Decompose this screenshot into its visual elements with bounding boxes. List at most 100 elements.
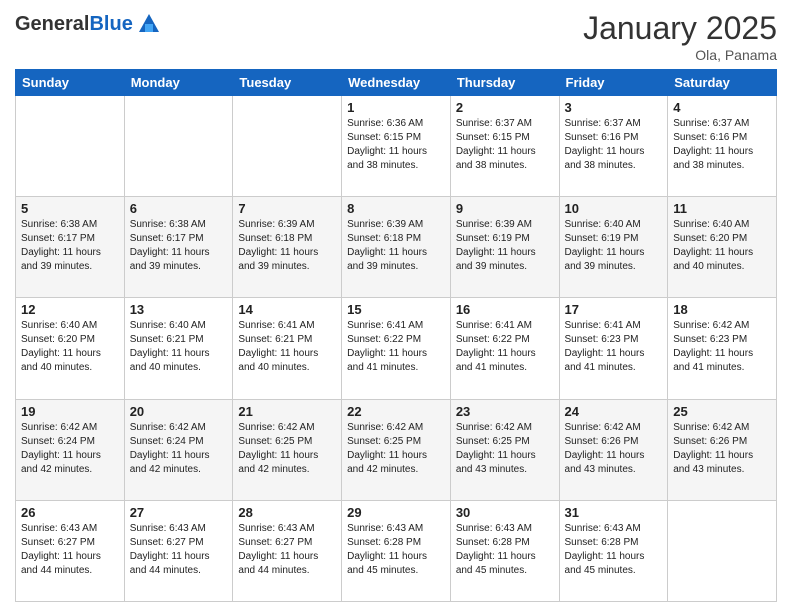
day-number: 26 (21, 505, 119, 520)
day-info: Sunrise: 6:43 AM Sunset: 6:28 PM Dayligh… (456, 522, 554, 578)
calendar-day-header: Wednesday (342, 70, 451, 96)
logo-icon (135, 10, 163, 38)
calendar-cell: 16Sunrise: 6:41 AM Sunset: 6:22 PM Dayli… (450, 298, 559, 399)
calendar-cell: 21 Sunrise: 6:42 AM Sunset: 6:25 PM Dayli… (233, 399, 342, 500)
day-info: Sunrise: 6:38 AM Sunset: 6:17 PM Dayligh… (21, 218, 119, 274)
calendar-cell: 8 Sunrise: 6:39 AM Sunset: 6:18 PM Daylig… (342, 197, 451, 298)
day-info: Sunrise: 6:43 AM Sunset: 6:28 PM Dayligh… (565, 522, 663, 578)
day-info: Sunrise: 6:43 AM Sunset: 6:27 PM Dayligh… (130, 522, 228, 578)
day-number: 2 (456, 100, 554, 115)
calendar-cell: 6Sunrise: 6:38 AM Sunset: 6:17 PM Daylig… (124, 197, 233, 298)
day-number: 13 (130, 302, 228, 317)
calendar-cell: 23 Sunrise: 6:42 AM Sunset: 6:25 PM Dayli… (450, 399, 559, 500)
day-info: Sunrise: 6:36 AM Sunset: 6:15 PM Dayligh… (347, 117, 445, 173)
day-number: 25 (673, 404, 771, 419)
day-info: Sunrise: 6:39 AM Sunset: 6:18 PM Dayligh… (347, 218, 445, 274)
calendar-cell: 11Sunrise: 6:40 AM Sunset: 6:20 PM Dayli… (668, 197, 777, 298)
calendar-day-header: Sunday (16, 70, 125, 96)
day-info: Sunrise: 6:37 AM Sunset: 6:16 PM Dayligh… (673, 117, 771, 173)
calendar-cell: 7 Sunrise: 6:39 AM Sunset: 6:18 PM Daylig… (233, 197, 342, 298)
day-info: Sunrise: 6:42 AM Sunset: 6:26 PM Dayligh… (673, 421, 771, 477)
day-number: 18 (673, 302, 771, 317)
day-number: 28 (238, 505, 336, 520)
day-info: Sunrise: 6:42 AM Sunset: 6:26 PM Dayligh… (565, 421, 663, 477)
calendar-cell: 25 Sunrise: 6:42 AM Sunset: 6:26 PM Dayli… (668, 399, 777, 500)
calendar-day-header: Friday (559, 70, 668, 96)
day-number: 7 (238, 201, 336, 216)
day-info: Sunrise: 6:42 AM Sunset: 6:24 PM Dayligh… (21, 421, 119, 477)
day-info: Sunrise: 6:41 AM Sunset: 6:23 PM Dayligh… (565, 319, 663, 375)
calendar-cell: 9Sunrise: 6:39 AM Sunset: 6:19 PM Daylig… (450, 197, 559, 298)
calendar-cell: 10 Sunrise: 6:40 AM Sunset: 6:19 PM Dayli… (559, 197, 668, 298)
day-number: 12 (21, 302, 119, 317)
day-number: 1 (347, 100, 445, 115)
calendar-cell: 29 Sunrise: 6:43 AM Sunset: 6:28 PM Dayli… (342, 500, 451, 601)
calendar-week-row: 5 Sunrise: 6:38 AM Sunset: 6:17 PM Daylig… (16, 197, 777, 298)
day-info: Sunrise: 6:40 AM Sunset: 6:19 PM Dayligh… (565, 218, 663, 274)
calendar-cell: 19 Sunrise: 6:42 AM Sunset: 6:24 PM Dayli… (16, 399, 125, 500)
month-title: January 2025 (583, 10, 777, 47)
calendar-week-row: 19 Sunrise: 6:42 AM Sunset: 6:24 PM Dayli… (16, 399, 777, 500)
page: GeneralBlue January 2025 Ola, Panama Sun… (0, 0, 792, 612)
day-info: Sunrise: 6:39 AM Sunset: 6:18 PM Dayligh… (238, 218, 336, 274)
day-number: 29 (347, 505, 445, 520)
day-number: 15 (347, 302, 445, 317)
calendar-cell: 12 Sunrise: 6:40 AM Sunset: 6:20 PM Dayli… (16, 298, 125, 399)
calendar-cell: 2 Sunrise: 6:37 AM Sunset: 6:15 PM Daylig… (450, 96, 559, 197)
day-number: 19 (21, 404, 119, 419)
calendar-week-row: 26 Sunrise: 6:43 AM Sunset: 6:27 PM Dayli… (16, 500, 777, 601)
day-number: 14 (238, 302, 336, 317)
day-info: Sunrise: 6:41 AM Sunset: 6:22 PM Dayligh… (456, 319, 554, 375)
calendar-week-row: 12 Sunrise: 6:40 AM Sunset: 6:20 PM Dayli… (16, 298, 777, 399)
calendar-cell (16, 96, 125, 197)
calendar-cell (233, 96, 342, 197)
day-number: 23 (456, 404, 554, 419)
calendar-cell: 30 Sunrise: 6:43 AM Sunset: 6:28 PM Dayli… (450, 500, 559, 601)
day-info: Sunrise: 6:40 AM Sunset: 6:21 PM Dayligh… (130, 319, 228, 375)
day-number: 3 (565, 100, 663, 115)
calendar-cell: 4Sunrise: 6:37 AM Sunset: 6:16 PM Daylig… (668, 96, 777, 197)
day-info: Sunrise: 6:41 AM Sunset: 6:22 PM Dayligh… (347, 319, 445, 375)
day-number: 17 (565, 302, 663, 317)
day-info: Sunrise: 6:40 AM Sunset: 6:20 PM Dayligh… (21, 319, 119, 375)
calendar-cell: 26 Sunrise: 6:43 AM Sunset: 6:27 PM Dayli… (16, 500, 125, 601)
logo-blue-text: Blue (89, 13, 132, 35)
calendar-cell: 17 Sunrise: 6:41 AM Sunset: 6:23 PM Dayli… (559, 298, 668, 399)
logo: GeneralBlue (15, 10, 163, 38)
day-number: 21 (238, 404, 336, 419)
day-info: Sunrise: 6:37 AM Sunset: 6:15 PM Dayligh… (456, 117, 554, 173)
calendar-day-header: Saturday (668, 70, 777, 96)
day-number: 24 (565, 404, 663, 419)
calendar-header-row: SundayMondayTuesdayWednesdayThursdayFrid… (16, 70, 777, 96)
calendar-cell (668, 500, 777, 601)
calendar-cell: 31 Sunrise: 6:43 AM Sunset: 6:28 PM Dayli… (559, 500, 668, 601)
calendar-day-header: Monday (124, 70, 233, 96)
day-number: 10 (565, 201, 663, 216)
calendar-cell: 15 Sunrise: 6:41 AM Sunset: 6:22 PM Dayli… (342, 298, 451, 399)
header: GeneralBlue January 2025 Ola, Panama (15, 10, 777, 63)
calendar-cell: 24 Sunrise: 6:42 AM Sunset: 6:26 PM Dayli… (559, 399, 668, 500)
calendar-cell: 5 Sunrise: 6:38 AM Sunset: 6:17 PM Daylig… (16, 197, 125, 298)
day-info: Sunrise: 6:39 AM Sunset: 6:19 PM Dayligh… (456, 218, 554, 274)
day-info: Sunrise: 6:43 AM Sunset: 6:27 PM Dayligh… (21, 522, 119, 578)
day-number: 30 (456, 505, 554, 520)
day-number: 31 (565, 505, 663, 520)
day-number: 20 (130, 404, 228, 419)
calendar-table: SundayMondayTuesdayWednesdayThursdayFrid… (15, 69, 777, 602)
day-info: Sunrise: 6:42 AM Sunset: 6:25 PM Dayligh… (238, 421, 336, 477)
day-number: 5 (21, 201, 119, 216)
location: Ola, Panama (583, 47, 777, 63)
day-number: 11 (673, 201, 771, 216)
day-info: Sunrise: 6:38 AM Sunset: 6:17 PM Dayligh… (130, 218, 228, 274)
day-info: Sunrise: 6:42 AM Sunset: 6:24 PM Dayligh… (130, 421, 228, 477)
day-info: Sunrise: 6:43 AM Sunset: 6:28 PM Dayligh… (347, 522, 445, 578)
calendar-cell: 28Sunrise: 6:43 AM Sunset: 6:27 PM Dayli… (233, 500, 342, 601)
day-info: Sunrise: 6:42 AM Sunset: 6:23 PM Dayligh… (673, 319, 771, 375)
calendar-cell: 3Sunrise: 6:37 AM Sunset: 6:16 PM Daylig… (559, 96, 668, 197)
day-info: Sunrise: 6:42 AM Sunset: 6:25 PM Dayligh… (456, 421, 554, 477)
calendar-cell: 27 Sunrise: 6:43 AM Sunset: 6:27 PM Dayli… (124, 500, 233, 601)
day-info: Sunrise: 6:41 AM Sunset: 6:21 PM Dayligh… (238, 319, 336, 375)
day-number: 27 (130, 505, 228, 520)
title-block: January 2025 Ola, Panama (583, 10, 777, 63)
day-number: 8 (347, 201, 445, 216)
